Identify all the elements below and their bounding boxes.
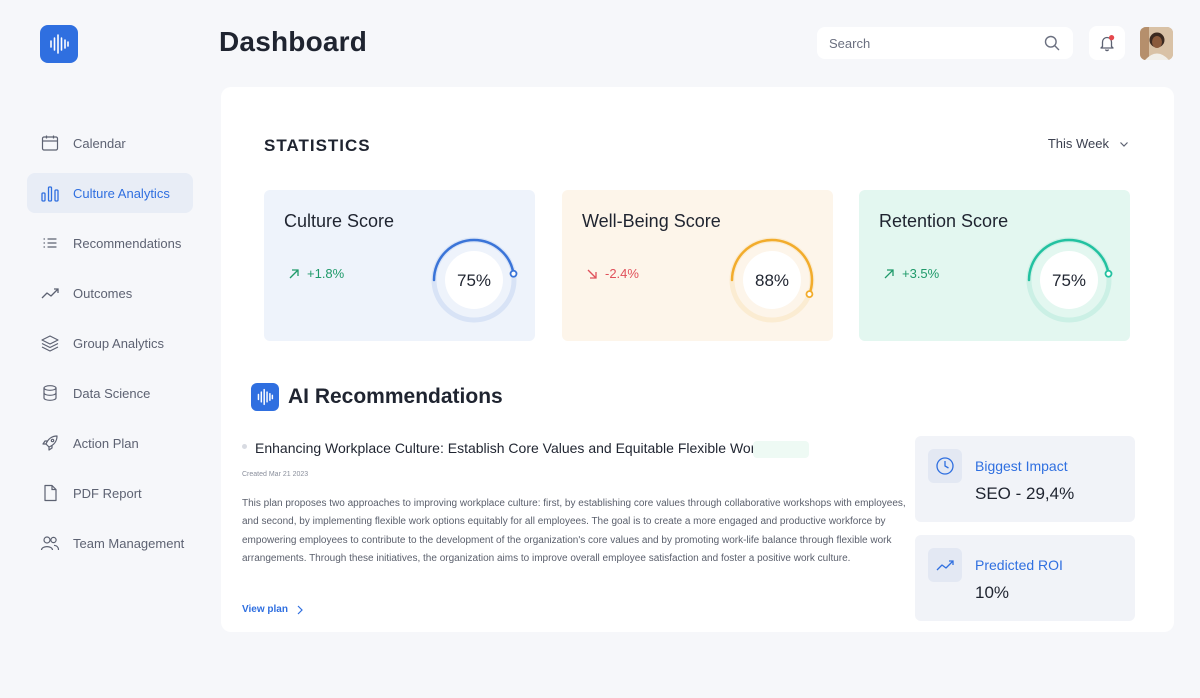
view-plan-link[interactable]: View plan [242,604,304,615]
sidebar: Calendar Culture Analytics Recommendatio… [27,123,193,573]
trend-line-icon [928,548,962,582]
sidebar-item-recommendations[interactable]: Recommendations [27,223,193,263]
user-photo-icon [1140,27,1173,60]
sidebar-item-outcomes[interactable]: Outcomes [27,273,193,313]
layers-icon [40,333,60,353]
main-panel: STATISTICS This Week Culture Score +1.8%… [221,87,1174,632]
app-logo[interactable] [40,25,78,63]
card-delta: -2.4% [585,266,639,281]
ai-recommendations-header: AI Recommendations [251,383,503,411]
sidebar-item-pdf-report[interactable]: PDF Report [27,473,193,513]
sidebar-item-action-plan[interactable]: Action Plan [27,423,193,463]
bar-chart-icon [40,183,60,203]
chevron-down-icon [1120,141,1128,147]
sidebar-item-label: Calendar [73,135,126,151]
avatar[interactable] [1140,27,1173,60]
sidebar-item-team-management[interactable]: Team Management [27,523,193,563]
sidebar-item-label: Team Management [73,535,185,551]
arrow-up-right-icon [884,268,894,278]
bell-icon [1100,35,1115,52]
trend-line-icon [40,283,60,303]
rocket-icon [40,433,60,453]
recommendation-tag [753,441,809,458]
chevron-right-icon [297,605,303,614]
card-delta: +1.8% [287,266,344,281]
search-icon[interactable] [1043,34,1061,52]
arrow-down-right-icon [587,269,597,279]
sidebar-item-label: Culture Analytics [73,185,170,201]
period-label: This Week [1047,136,1109,151]
notifications-button[interactable] [1089,26,1125,60]
gauge-label: 88% [755,271,789,290]
culture-score-gauge: 75% [431,237,518,323]
delta-value: +3.5% [902,266,940,281]
calendar-icon [40,133,60,153]
sidebar-item-culture-analytics[interactable]: Culture Analytics [27,173,193,213]
biggest-impact-value: SEO - 29,4% [975,484,1075,503]
sidebar-item-label: Outcomes [73,285,133,301]
biggest-impact-card: Biggest Impact SEO - 29,4% [915,436,1135,522]
retention-score-gauge: 75% [1026,237,1113,323]
view-plan-label: View plan [242,604,288,615]
delta-value: -2.4% [605,266,639,281]
search-box[interactable] [817,27,1073,59]
sidebar-item-calendar[interactable]: Calendar [27,123,193,163]
soundwave-icon [251,383,279,411]
database-icon [40,383,60,403]
sidebar-item-label: PDF Report [73,485,142,501]
delta-value: +1.8% [307,266,345,281]
search-input[interactable] [829,35,1043,51]
gauge-label: 75% [1052,271,1086,290]
list-icon [40,233,60,253]
gauge-label: 75% [457,271,491,290]
recommendation-title[interactable]: Enhancing Workplace Culture: Establish C… [255,440,762,456]
users-icon [40,533,60,553]
page-title: Dashboard [219,26,368,57]
sidebar-item-group-analytics[interactable]: Group Analytics [27,323,193,363]
clock-icon [928,449,962,483]
file-icon [40,483,60,503]
sidebar-item-label: Recommendations [73,235,182,251]
predicted-roi-value: 10% [975,583,1010,602]
sidebar-item-data-science[interactable]: Data Science [27,373,193,413]
statistics-title: STATISTICS [264,136,371,155]
arrow-up-right-icon [289,268,299,278]
recommendation-date: Created Mar 21 2023 [242,471,309,478]
period-dropdown[interactable]: This Week [1048,136,1129,151]
sidebar-item-label: Data Science [73,385,151,401]
sidebar-item-label: Action Plan [73,435,139,451]
soundwave-icon [50,34,69,54]
card-title: Well-Being Score [582,211,721,231]
predicted-roi-label: Predicted ROI [975,557,1063,573]
wellbeing-score-gauge: 88% [729,237,815,323]
retention-score-card[interactable]: Retention Score +3.5% 75% [859,190,1130,341]
predicted-roi-card: Predicted ROI 10% [915,535,1135,621]
bullet-dot [242,444,247,449]
culture-score-card[interactable]: Culture Score +1.8% 75% [264,190,535,341]
wellbeing-score-card[interactable]: Well-Being Score -2.4% 88% [562,190,833,341]
sidebar-item-label: Group Analytics [73,335,165,351]
recommendation-body: This plan proposes two approaches to imp… [242,498,906,564]
card-title: Culture Score [284,211,395,231]
card-title: Retention Score [879,211,1009,231]
biggest-impact-label: Biggest Impact [975,458,1068,474]
card-delta: +3.5% [882,266,939,281]
ai-recommendations-title: AI Recommendations [288,385,503,408]
